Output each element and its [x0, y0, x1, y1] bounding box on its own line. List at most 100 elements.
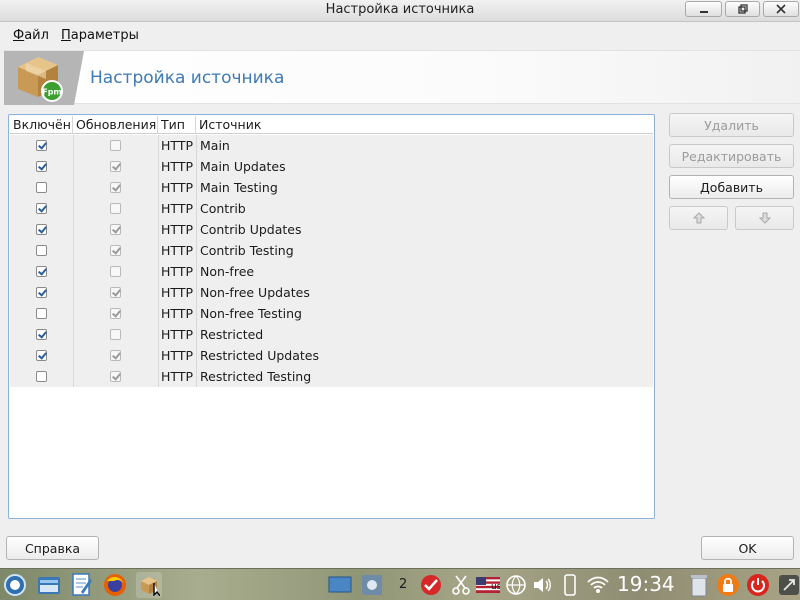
table-body: HTTP Main HTTP Main Updates HTTP Main Testing… [10, 135, 653, 387]
window-title: Настройка источника [325, 2, 475, 17]
file-manager-icon[interactable] [36, 572, 62, 598]
help-button[interactable]: Справка [6, 536, 99, 560]
column-separator [73, 135, 74, 156]
firefox-icon[interactable] [102, 572, 128, 598]
enabled-checkbox[interactable] [36, 266, 47, 277]
restore-button[interactable] [725, 1, 760, 17]
phone-icon[interactable] [557, 572, 583, 598]
package-box-icon: Fpm [4, 51, 84, 105]
menu-parameters-mnemonic: П [61, 28, 71, 43]
column-header-enabled[interactable]: Включён [10, 116, 73, 134]
table-row[interactable]: HTTP Restricted [10, 324, 653, 345]
updates-checkbox [110, 287, 121, 298]
update-notifier-icon[interactable] [418, 572, 444, 598]
menu-bar: Файл Параметры [0, 26, 800, 46]
edit-button[interactable]: Редактировать [669, 144, 794, 168]
source-cell: Restricted Updates [200, 348, 319, 363]
enabled-checkbox[interactable] [36, 161, 47, 172]
column-separator [73, 345, 74, 366]
enabled-checkbox[interactable] [36, 140, 47, 151]
type-cell: HTTP [161, 138, 193, 153]
menu-parameters[interactable]: Параметры [61, 28, 139, 43]
start-menu-icon[interactable] [2, 572, 28, 598]
type-cell: HTTP [161, 327, 193, 342]
column-separator [73, 261, 74, 282]
ok-button[interactable]: OK [701, 536, 794, 560]
source-cell: Non-free Updates [200, 285, 310, 300]
source-cell: Contrib Updates [200, 222, 302, 237]
add-button[interactable]: Добавить [669, 175, 794, 199]
updates-checkbox [110, 182, 121, 193]
table-row[interactable]: HTTP Non-free Updates [10, 282, 653, 303]
close-button[interactable] [763, 1, 799, 17]
table-row[interactable]: HTTP Restricted Testing [10, 366, 653, 387]
table-row[interactable]: HTTP Non-free [10, 261, 653, 282]
enabled-checkbox[interactable] [36, 224, 47, 235]
enabled-checkbox[interactable] [36, 245, 47, 256]
column-separator [73, 198, 74, 219]
source-cell: Main [200, 138, 230, 153]
source-settings-window: Файл Параметры Fpm Настройка источника В… [0, 22, 800, 568]
type-cell: HTTP [161, 222, 193, 237]
column-header-type[interactable]: Тип [158, 116, 196, 134]
keyboard-layout-flag[interactable]: us [475, 572, 501, 598]
logo-text: Fpm [42, 88, 62, 97]
source-cell: Main Testing [200, 180, 278, 195]
table-row[interactable]: HTTP Contrib Testing [10, 240, 653, 261]
menu-file[interactable]: Файл [13, 28, 49, 43]
menu-file-label: айл [24, 28, 49, 43]
table-row[interactable]: HTTP Contrib Updates [10, 219, 653, 240]
type-cell: HTTP [161, 159, 193, 174]
enabled-checkbox[interactable] [36, 203, 47, 214]
enabled-checkbox[interactable] [36, 287, 47, 298]
show-desktop-icon[interactable] [776, 572, 800, 598]
enabled-checkbox[interactable] [36, 371, 47, 382]
desktop-icon[interactable] [327, 572, 353, 598]
title-bar: Настройка источника [0, 0, 800, 22]
enabled-checkbox[interactable] [36, 329, 47, 340]
clock[interactable]: 19:34 [617, 572, 675, 596]
type-cell: HTTP [161, 369, 193, 384]
column-separator [73, 177, 74, 198]
power-icon[interactable] [745, 572, 771, 598]
updates-checkbox [110, 266, 121, 277]
enabled-checkbox[interactable] [36, 182, 47, 193]
taskbar: 2 us 19:34 [0, 568, 800, 600]
enabled-checkbox[interactable] [36, 308, 47, 319]
column-separator [73, 303, 74, 324]
table-row[interactable]: HTTP Restricted Updates [10, 345, 653, 366]
trash-icon[interactable] [686, 572, 712, 598]
table-row[interactable]: HTTP Main Updates [10, 156, 653, 177]
menu-file-mnemonic: Ф [13, 28, 25, 43]
wifi-icon[interactable] [585, 572, 611, 598]
source-cell: Main Updates [200, 159, 286, 174]
table-row[interactable]: HTTP Contrib [10, 198, 653, 219]
sources-table: Включён Обновления Тип Источник HTTP Main… [8, 114, 655, 519]
table-row[interactable]: HTTP Non-free Testing [10, 303, 653, 324]
arrow-up-icon [692, 212, 705, 224]
updates-checkbox [110, 371, 121, 382]
volume-icon[interactable] [530, 572, 556, 598]
updates-checkbox [110, 140, 121, 151]
table-row[interactable]: HTTP Main [10, 135, 653, 156]
settings-panel-icon[interactable] [359, 572, 385, 598]
column-header-updates[interactable]: Обновления [73, 116, 158, 134]
lock-screen-icon[interactable] [715, 572, 741, 598]
close-icon [776, 4, 786, 14]
workspace-number[interactable]: 2 [399, 577, 407, 592]
source-cell: Contrib [200, 201, 246, 216]
scissors-icon[interactable] [448, 572, 474, 598]
move-up-button[interactable] [669, 206, 728, 230]
updates-checkbox [110, 161, 121, 172]
type-cell: HTTP [161, 201, 193, 216]
network-icon[interactable] [503, 572, 529, 598]
move-down-button[interactable] [735, 206, 794, 230]
column-header-source[interactable]: Источник [196, 116, 653, 134]
delete-button[interactable]: Удалить [669, 113, 794, 137]
table-row[interactable]: HTTP Main Testing [10, 177, 653, 198]
text-editor-icon[interactable] [69, 572, 95, 598]
package-manager-task[interactable] [136, 572, 162, 598]
minimize-button[interactable] [685, 1, 722, 17]
enabled-checkbox[interactable] [36, 350, 47, 361]
column-separator [73, 219, 74, 240]
